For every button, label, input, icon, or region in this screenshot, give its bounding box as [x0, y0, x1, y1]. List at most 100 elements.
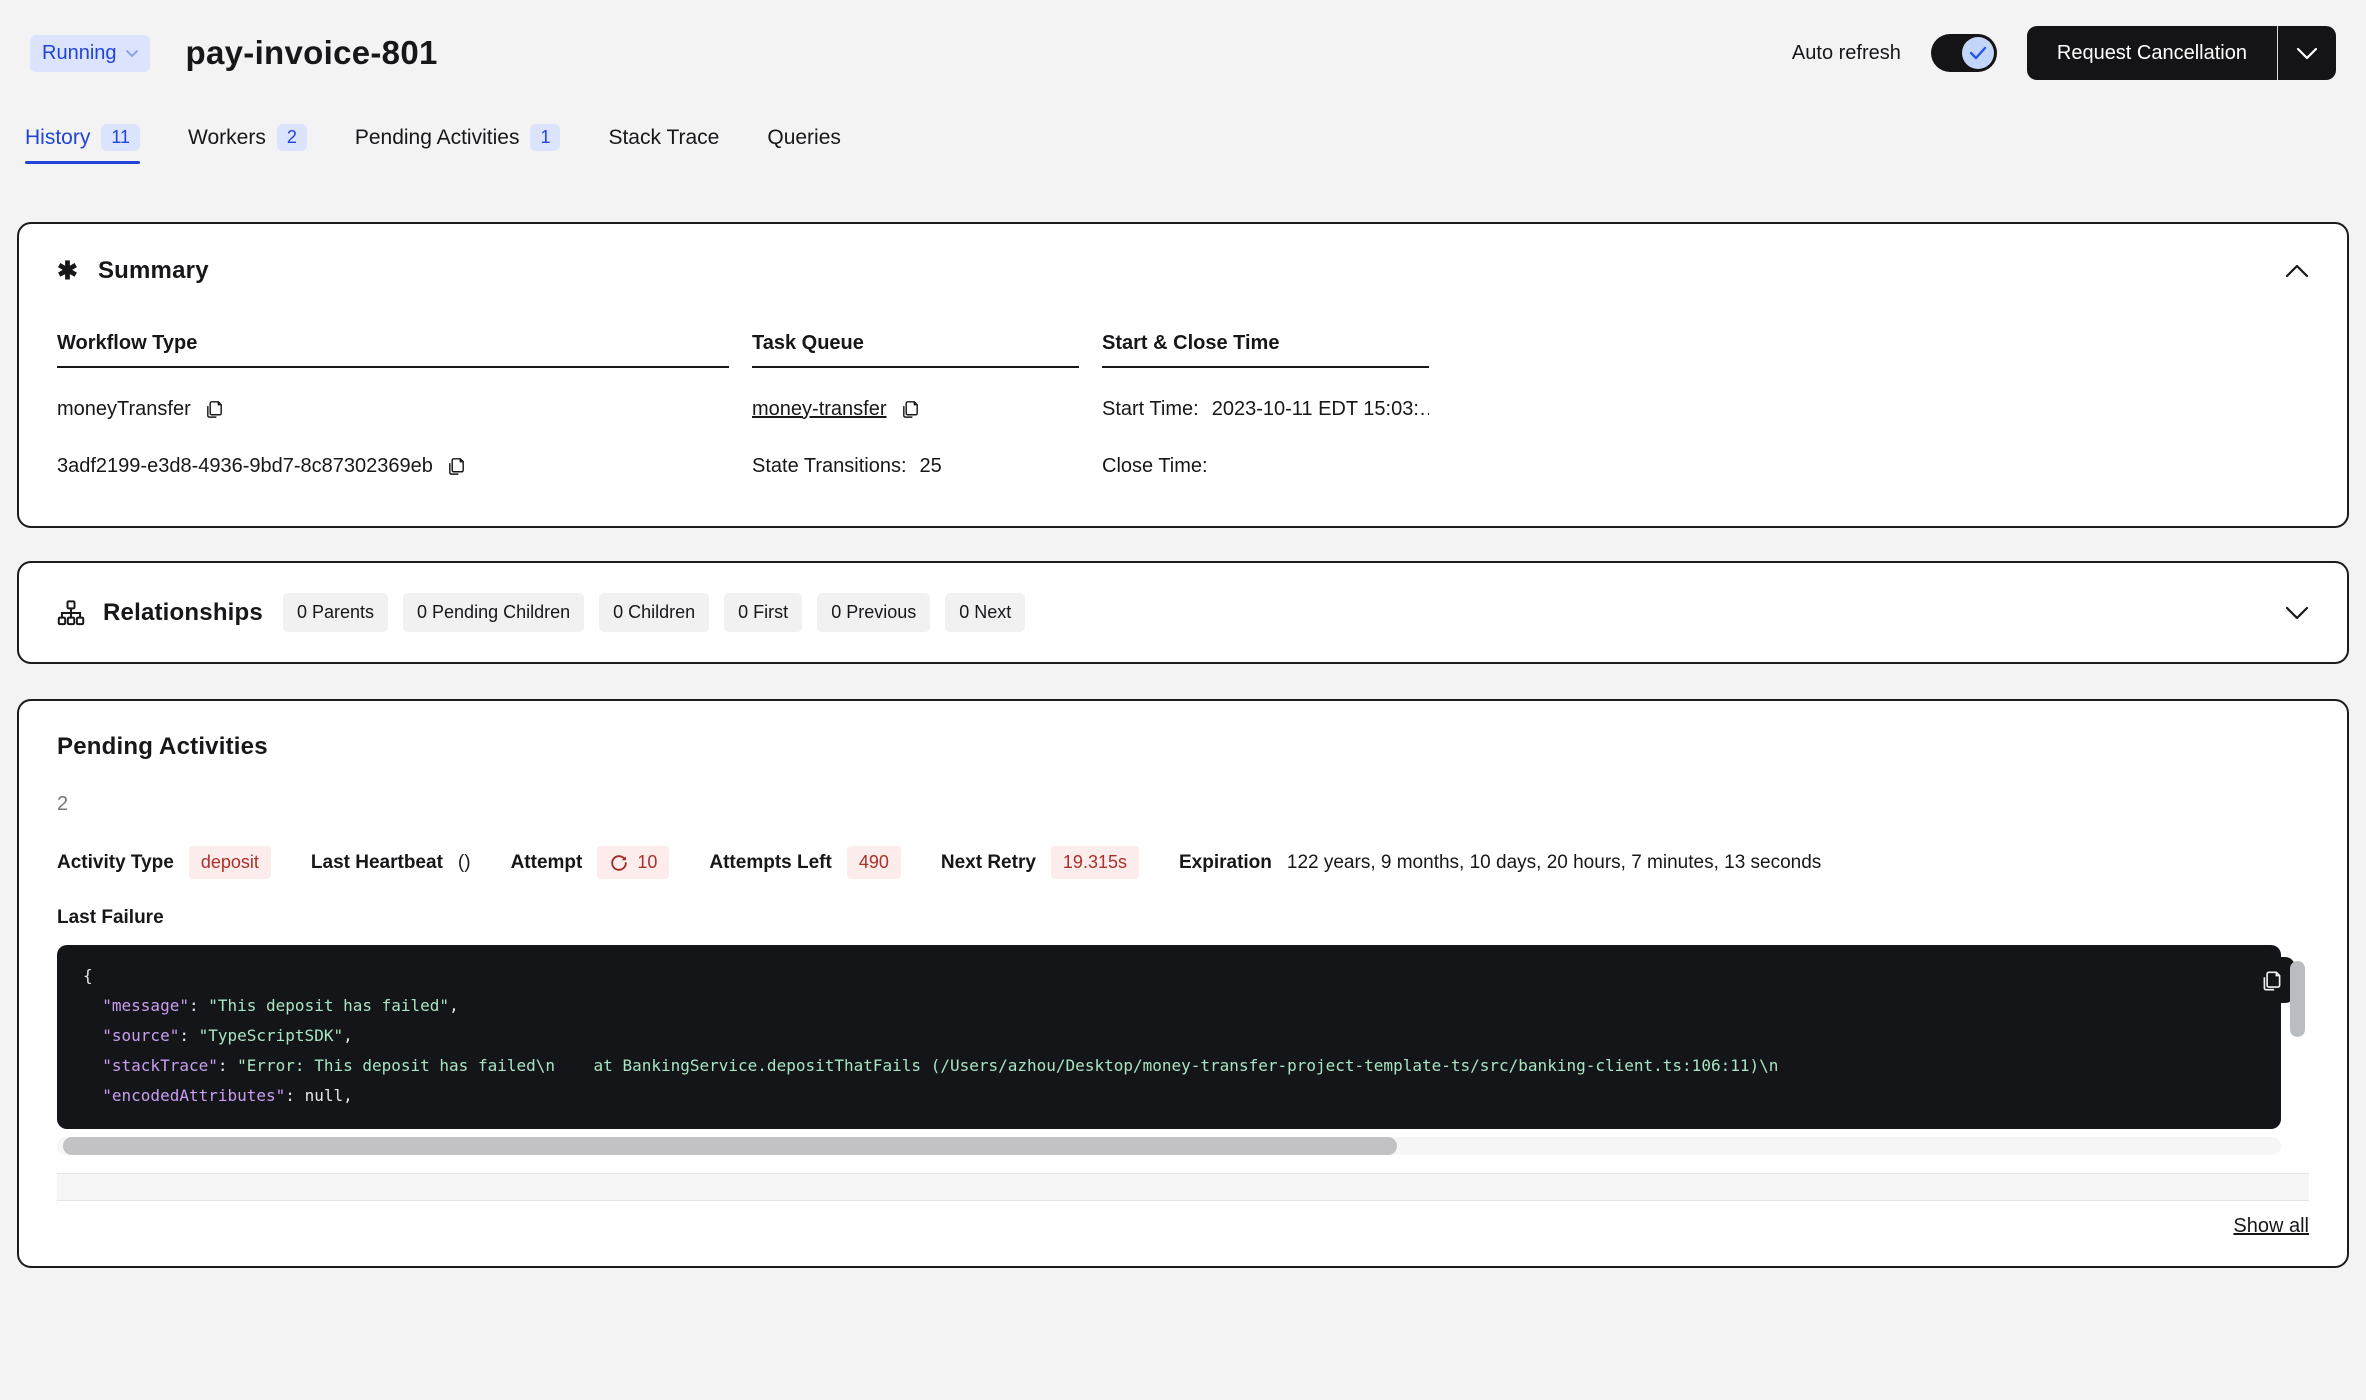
- task-queue-column: Task Queue money-transfer State Transiti…: [752, 332, 1079, 482]
- last-heartbeat-field: Last Heartbeat (): [311, 852, 471, 874]
- pending-activities-panel: Pending Activities 2 Activity Type depos…: [17, 699, 2349, 1268]
- last-failure-code-wrap: { "message": "This deposit has failed", …: [57, 945, 2309, 1129]
- show-all-link[interactable]: Show all: [2233, 1215, 2309, 1238]
- activity-type-badge: deposit: [189, 846, 271, 879]
- tab-history[interactable]: History 11: [25, 124, 140, 164]
- tab-stack-trace[interactable]: Stack Trace: [608, 124, 719, 164]
- pending-activity-index: 2: [57, 793, 2309, 816]
- pending-activity-fields: Activity Type deposit Last Heartbeat () …: [57, 846, 2309, 879]
- task-queue-heading: Task Queue: [752, 332, 1079, 368]
- tab-label: Workers: [188, 126, 266, 150]
- next-retry-badge: 19.315s: [1051, 846, 1139, 879]
- next-retry-field: Next Retry 19.315s: [941, 846, 1139, 879]
- status-label: Running: [42, 42, 117, 65]
- cancellation-menu-button[interactable]: [2278, 26, 2336, 80]
- code-vertical-scrollbar[interactable]: [2290, 961, 2305, 1037]
- tab-bar: History 11 Workers 2 Pending Activities …: [0, 124, 2366, 164]
- state-transitions-value: 25: [920, 455, 942, 478]
- expiration-value: 122 years, 9 months, 10 days, 20 hours, …: [1287, 852, 1821, 874]
- code-block-lines: { "message": "This deposit has failed", …: [57, 945, 2281, 1129]
- summary-grid: Workflow Type moneyTransfer 3adf2199-e3d…: [57, 332, 2309, 482]
- sitemap-icon: [57, 599, 85, 627]
- request-cancellation-split-button: Request Cancellation: [2027, 26, 2336, 80]
- last-failure-label: Last Failure: [57, 907, 2309, 929]
- workflow-type-heading: Workflow Type: [57, 332, 729, 368]
- attempts-left-field: Attempts Left 490: [709, 846, 901, 879]
- start-time-value: 2023-10-11 EDT 15:03:…: [1212, 398, 1429, 421]
- field-label: Attempt: [511, 852, 583, 874]
- copy-icon[interactable]: [900, 398, 921, 420]
- auto-refresh-toggle[interactable]: [1931, 34, 1997, 72]
- times-column: Start & Close Time Start Time: 2023-10-1…: [1102, 332, 1429, 482]
- first-badge: 0 First: [724, 593, 802, 632]
- next-badge: 0 Next: [945, 593, 1025, 632]
- workflow-title: pay-invoice-801: [186, 34, 438, 72]
- summary-title: Summary: [98, 257, 209, 285]
- toggle-knob: [1962, 37, 1994, 69]
- code-copy-button[interactable]: [2249, 957, 2295, 1003]
- tab-queries[interactable]: Queries: [767, 124, 841, 164]
- check-icon: [1969, 46, 1987, 60]
- code-line: "message": "This deposit has failed",: [83, 991, 2255, 1021]
- status-caret-icon: [126, 49, 138, 58]
- code-line: {: [83, 961, 2255, 991]
- summary-asterisk-icon: ✱: [57, 256, 78, 286]
- times-heading: Start & Close Time: [1102, 332, 1429, 368]
- retry-icon: [609, 853, 629, 873]
- activity-type-field: Activity Type deposit: [57, 846, 271, 879]
- workflow-run-id: 3adf2199-e3d8-4936-9bd7-8c87302369eb: [57, 455, 433, 478]
- show-all-row: Show all: [57, 1215, 2309, 1238]
- pending-children-badge: 0 Pending Children: [403, 593, 584, 632]
- field-label: Last Heartbeat: [311, 852, 443, 874]
- tab-label: Stack Trace: [608, 126, 719, 150]
- auto-refresh-label: Auto refresh: [1792, 42, 1901, 65]
- chevron-up-icon: [2285, 264, 2309, 278]
- chevron-down-icon: [2285, 606, 2309, 620]
- field-label: Next Retry: [941, 852, 1036, 874]
- attempt-badge: 10: [597, 846, 669, 879]
- tab-count-badge: 11: [101, 124, 140, 151]
- relationship-badges: 0 Parents 0 Pending Children 0 Children …: [283, 593, 1025, 632]
- tab-workers[interactable]: Workers 2: [188, 124, 307, 164]
- copy-icon: [2260, 968, 2284, 993]
- previous-badge: 0 Previous: [817, 593, 930, 632]
- tab-label: Pending Activities: [355, 126, 520, 150]
- relationships-title: Relationships: [103, 599, 263, 627]
- code-line: "stackTrace": "Error: This deposit has f…: [83, 1051, 2255, 1081]
- field-label: Activity Type: [57, 852, 174, 874]
- tab-label: Queries: [767, 126, 841, 150]
- parents-badge: 0 Parents: [283, 593, 388, 632]
- tab-label: History: [25, 126, 90, 150]
- attempt-field: Attempt 10: [511, 846, 670, 879]
- header-actions: Auto refresh Request Cancellation: [1792, 26, 2336, 80]
- relationships-panel: Relationships 0 Parents 0 Pending Childr…: [17, 561, 2349, 664]
- copy-icon[interactable]: [204, 398, 225, 420]
- code-line: "encodedAttributes": null,: [83, 1081, 2255, 1111]
- workflow-type-column: Workflow Type moneyTransfer 3adf2199-e3d…: [57, 332, 729, 482]
- field-label: Attempts Left: [709, 852, 831, 874]
- close-time-label: Close Time:: [1102, 455, 1208, 478]
- copy-icon[interactable]: [446, 455, 467, 477]
- last-heartbeat-value: (): [458, 852, 471, 874]
- tab-pending-activities[interactable]: Pending Activities 1: [355, 124, 561, 164]
- task-queue-link[interactable]: money-transfer: [752, 398, 887, 421]
- start-time-label: Start Time:: [1102, 398, 1199, 421]
- attempt-value: 10: [637, 852, 657, 873]
- workflow-type-name: moneyTransfer: [57, 398, 191, 421]
- children-badge: 0 Children: [599, 593, 709, 632]
- tab-count-badge: 2: [277, 124, 307, 151]
- summary-collapse-button[interactable]: [2285, 264, 2309, 278]
- tab-count-badge: 1: [530, 124, 560, 151]
- request-cancellation-button[interactable]: Request Cancellation: [2027, 26, 2277, 80]
- field-label: Expiration: [1179, 852, 1272, 874]
- pending-activities-title: Pending Activities: [57, 733, 2309, 761]
- summary-header: ✱ Summary: [57, 256, 2309, 286]
- relationships-expand-button[interactable]: [2285, 606, 2309, 620]
- expiration-field: Expiration 122 years, 9 months, 10 days,…: [1179, 852, 1821, 874]
- next-activity-strip: [57, 1173, 2309, 1201]
- code-horizontal-scrollbar: [57, 1137, 2281, 1155]
- horizontal-scrollbar-thumb[interactable]: [63, 1137, 1397, 1155]
- page-header: Running pay-invoice-801 Auto refresh Req…: [0, 0, 2366, 80]
- status-badge[interactable]: Running: [30, 35, 150, 72]
- chevron-down-icon: [2296, 47, 2318, 60]
